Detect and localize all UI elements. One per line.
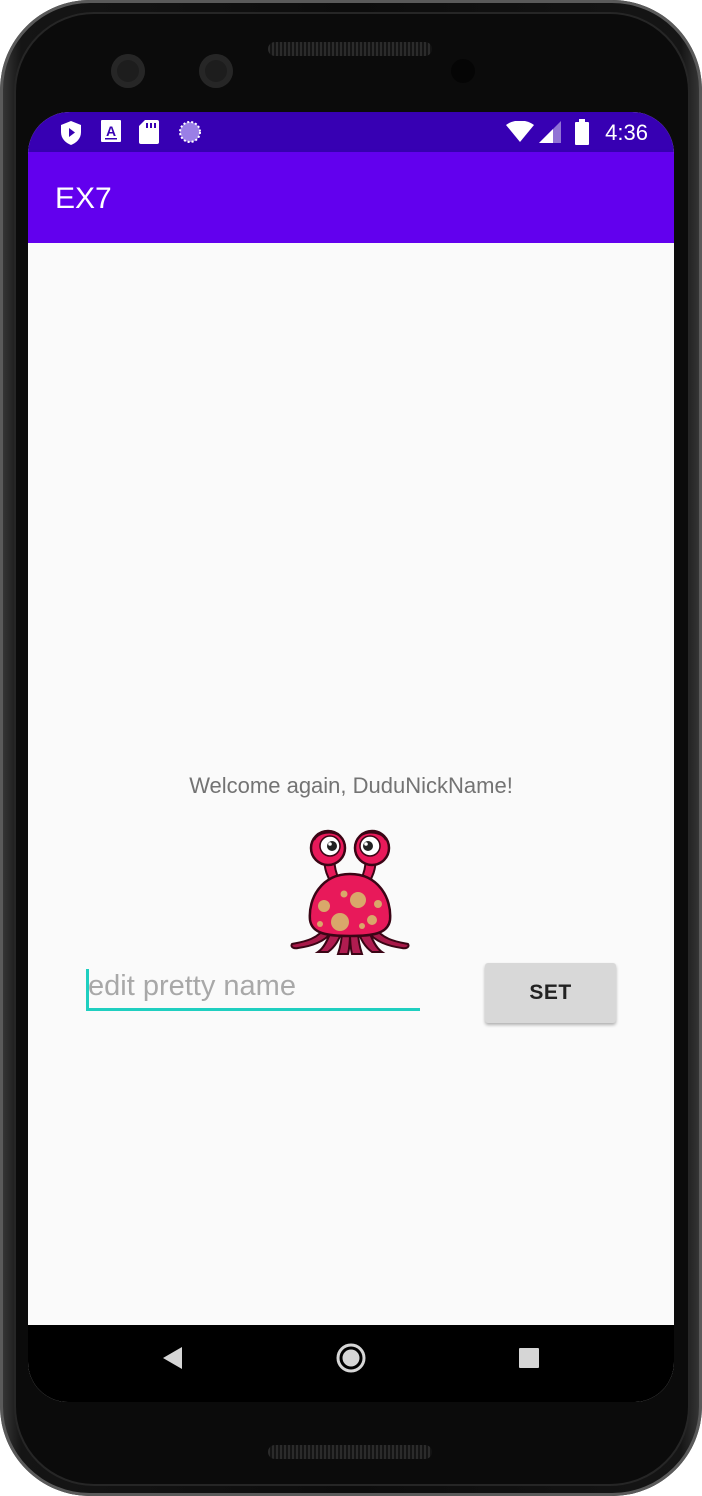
app-title: EX7 [55, 182, 112, 215]
bottom-speaker [268, 1445, 432, 1459]
loading-circle-icon [178, 120, 202, 149]
set-button[interactable]: SET [485, 963, 616, 1023]
pretty-name-input[interactable] [86, 965, 420, 1011]
nav-bar [28, 1325, 674, 1402]
main-content: Welcome again, DuduNickName! edit pretty… [28, 243, 674, 1325]
battery-icon [575, 119, 589, 150]
welcome-text: Welcome again, DuduNickName! [189, 773, 513, 798]
recents-icon[interactable] [518, 1347, 540, 1374]
earpiece-speaker [268, 42, 432, 56]
front-camera [111, 54, 145, 88]
proximity-sensor [451, 59, 475, 83]
signal-icon [539, 121, 561, 148]
back-icon[interactable] [162, 1346, 184, 1375]
text-cursor [86, 969, 89, 1009]
status-time: 4:36 [605, 120, 648, 145]
wifi-icon [506, 120, 534, 148]
phone-frame: A 4:36 EX7 Welcome again, DuduNickName! … [0, 0, 702, 1496]
sd-card-icon [139, 120, 159, 149]
app-bar: EX7 [28, 152, 674, 243]
front-sensor [199, 54, 233, 88]
svg-text:A: A [106, 123, 116, 139]
device-screen: A 4:36 EX7 Welcome again, DuduNickName! … [28, 112, 674, 1402]
name-field [86, 965, 420, 1015]
shield-icon [60, 120, 82, 151]
status-bar: A 4:36 [28, 112, 674, 152]
monster-image [288, 828, 412, 956]
a-box-icon: A [101, 120, 121, 147]
home-icon[interactable] [335, 1342, 367, 1379]
